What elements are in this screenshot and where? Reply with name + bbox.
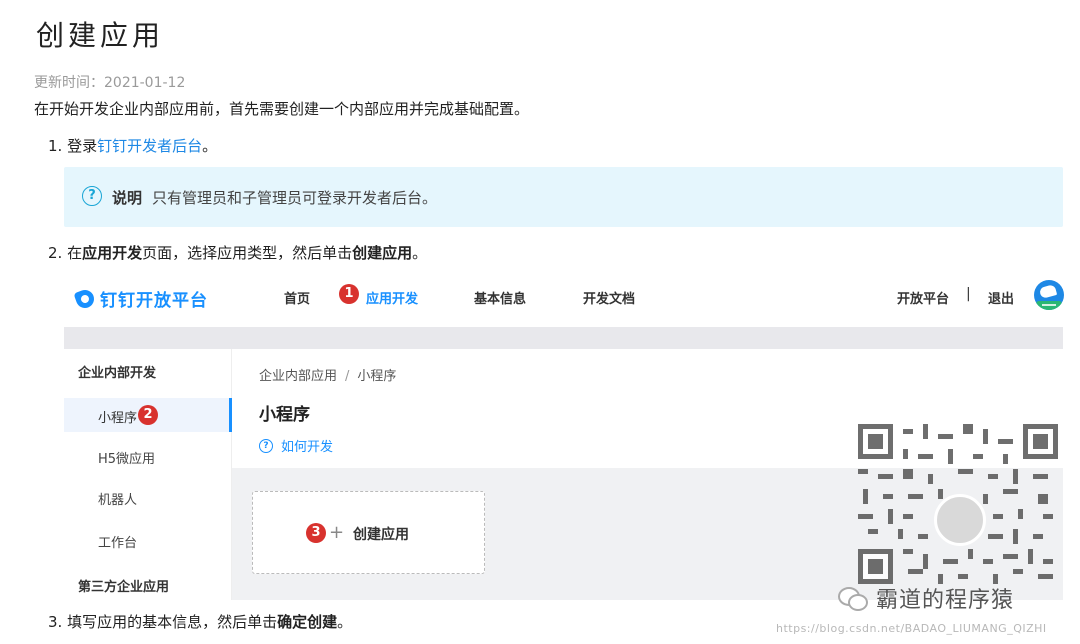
step-2-number: 2.: [48, 244, 63, 262]
sidebar: 企业内部开发 小程序 2 H5微应用 机器人 工作台 第三方企业应用: [64, 349, 232, 600]
step-3-text: 填写应用的基本信息，然后单击: [67, 613, 278, 631]
step-1-period: 。: [202, 137, 218, 155]
top-bar: 钉钉开放平台 首页 1 应用开发 基本信息 开发文档 开放平台 | 退出: [64, 270, 1064, 322]
step-2-bold-1: 应用开发: [82, 244, 143, 262]
updated-time: 更新时间：2021-01-12: [34, 72, 185, 92]
step-2-text-pre: 在: [67, 244, 83, 262]
step-3-number: 3.: [48, 613, 63, 631]
nav-app-dev[interactable]: 应用开发: [366, 288, 418, 307]
step-2-bold-2: 创建应用: [352, 244, 413, 262]
dingtalk-logo-icon: [73, 286, 97, 311]
nav-dev-docs[interactable]: 开发文档: [583, 288, 635, 307]
sidebar-group-third-party[interactable]: 第三方企业应用: [78, 576, 169, 595]
sidebar-item-workbench[interactable]: 工作台: [98, 532, 137, 551]
howto-label: 如何开发: [281, 440, 334, 455]
watermark: 霸道的程序猿: [838, 582, 1014, 614]
nav-basic-info[interactable]: 基本信息: [474, 288, 526, 307]
step-3: 3. 填写应用的基本信息，然后单击确定创建。: [48, 611, 352, 632]
intro-text: 在开始开发企业内部应用前，首先需要创建一个内部应用并完成基础配置。: [34, 100, 530, 118]
wechat-icon: [838, 585, 868, 611]
nav-open-platform[interactable]: 开放平台: [897, 288, 949, 307]
watermark-url: https://blog.csdn.net/BADAO_LIUMANG_QIZH…: [776, 622, 1047, 635]
create-app-label: 创建应用: [353, 527, 409, 543]
sidebar-item-miniprogram[interactable]: 小程序: [98, 407, 137, 426]
help-icon: ?: [259, 438, 273, 453]
sidebar-item-h5[interactable]: H5微应用: [98, 448, 155, 467]
sidebar-item-robot[interactable]: 机器人: [98, 489, 137, 508]
updated-date: 2021-01-12: [104, 75, 186, 91]
avatar-status-badge: [1036, 301, 1062, 310]
step-2: 2. 在应用开发页面，选择应用类型，然后单击创建应用。: [48, 242, 427, 263]
breadcrumb-current: 小程序: [357, 369, 397, 384]
step-3-bold: 确定创建: [277, 613, 338, 631]
step-1: 1. 登录钉钉开发者后台。: [48, 135, 217, 156]
sidebar-group-internal[interactable]: 企业内部开发: [78, 362, 156, 381]
avatar-icon: [1038, 284, 1058, 299]
logout-link[interactable]: 退出: [988, 288, 1014, 307]
logo-text: 钉钉开放平台: [100, 291, 208, 311]
note-text: 只有管理员和子管理员可登录开发者后台。: [152, 189, 438, 207]
step-2-period: 。: [412, 244, 428, 262]
howto-link[interactable]: ? 如何开发: [259, 436, 333, 455]
step-1-number: 1.: [48, 137, 63, 155]
content-title: 小程序: [259, 405, 310, 425]
qr-center-avatar: [934, 494, 986, 546]
watermark-name: 霸道的程序猿: [876, 588, 1015, 613]
nav-separator: |: [966, 286, 971, 302]
breadcrumb: 企业内部应用 / 小程序: [259, 365, 396, 384]
avatar[interactable]: [1034, 280, 1064, 310]
updated-label: 更新时间：: [34, 75, 104, 91]
step-3-period: 。: [337, 613, 353, 631]
note-label: 说明: [112, 189, 143, 207]
create-app-card[interactable]: 3 + 创建应用: [252, 491, 485, 574]
page-title: 创建应用: [36, 19, 165, 52]
nav-home[interactable]: 首页: [284, 288, 310, 307]
header-divider: [64, 327, 1063, 349]
step-2-text-mid: 页面，选择应用类型，然后单击: [142, 244, 353, 262]
marker-1: 1: [339, 284, 359, 304]
breadcrumb-internal[interactable]: 企业内部应用: [259, 369, 337, 384]
question-icon: ?: [82, 186, 102, 206]
marker-3: 3: [306, 523, 326, 543]
breadcrumb-separator: /: [345, 369, 350, 384]
developer-console-link[interactable]: 钉钉开发者后台: [97, 137, 202, 155]
note-box: ? 说明 只有管理员和子管理员可登录开发者后台。: [64, 167, 1063, 227]
logo[interactable]: 钉钉开放平台: [73, 286, 208, 311]
marker-2: 2: [138, 405, 158, 425]
plus-icon: +: [329, 522, 345, 543]
step-1-text: 登录: [67, 137, 98, 155]
